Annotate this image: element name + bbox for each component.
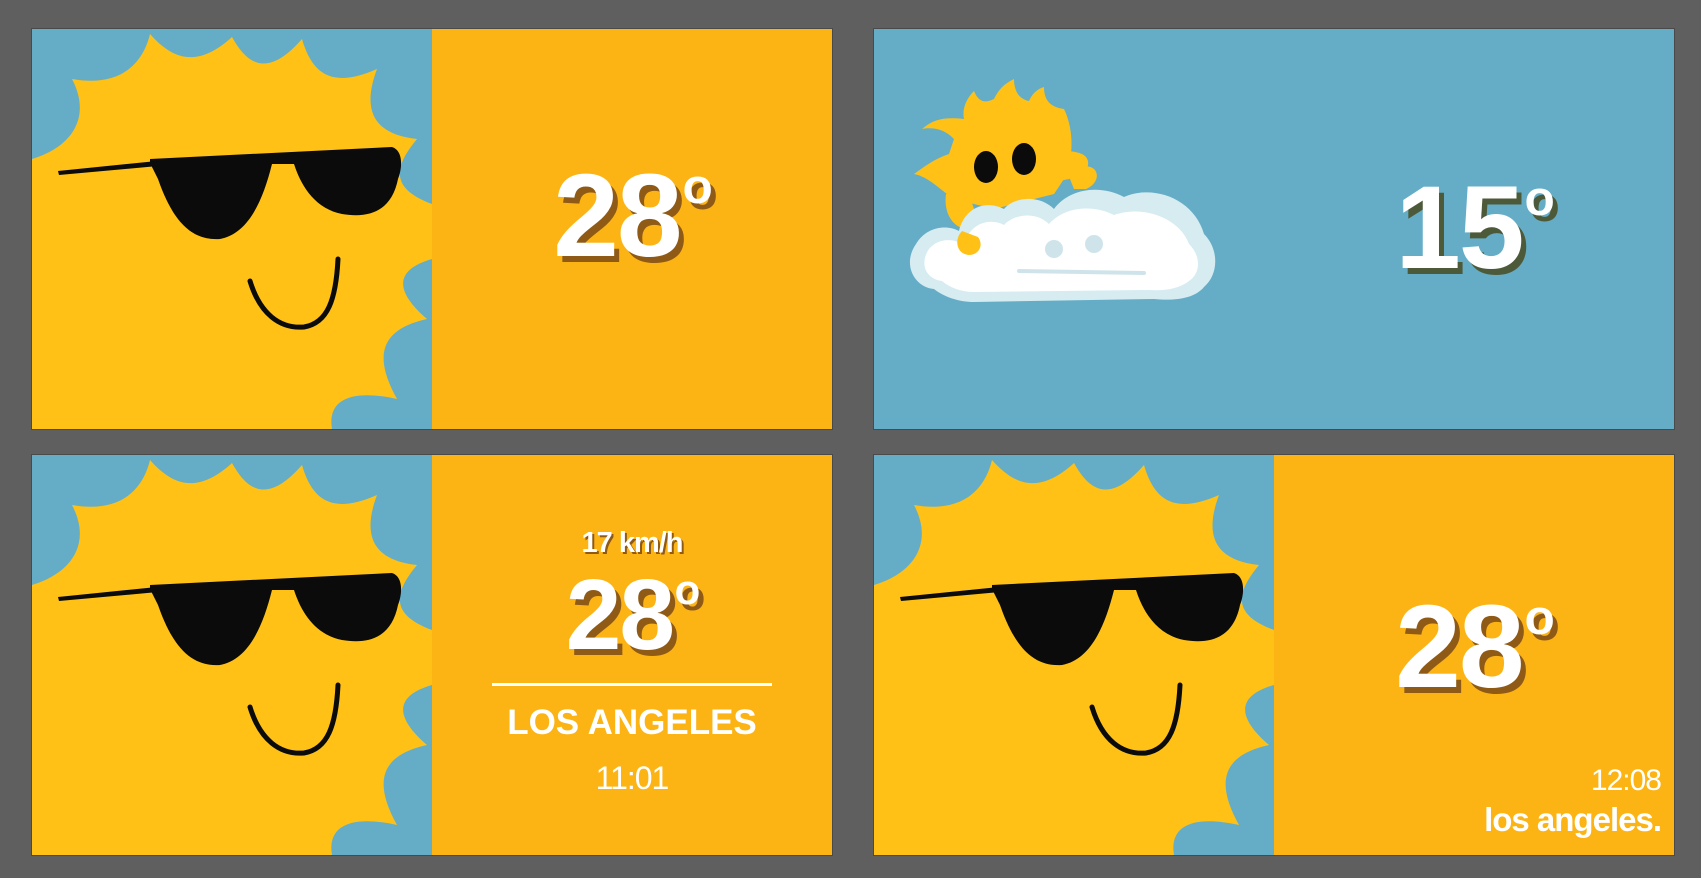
info-panel: 28o [432,29,832,429]
temperature-value: 28o [553,150,713,282]
info-panel: 28o 12:08 los angeles. [1274,455,1674,855]
local-time: 11:01 [595,760,670,796]
weather-tile-partly-cloudy: 15o [874,29,1674,429]
divider-line [492,683,772,686]
cool-sun-with-sunglasses-icon [32,29,432,429]
temperature-value: 15o [1395,162,1555,294]
cool-sun-with-sunglasses-icon [32,455,432,855]
temperature-value: 28o [565,559,701,671]
weather-tile-sunny-detailed: 17 km/h 28o LOS ANGELES 11:01 [32,455,832,855]
degree-symbol: o [1524,588,1554,645]
weather-tile-sunny-minimal: 28o 12:08 los angeles. [874,455,1674,855]
degree-symbol: o [682,157,712,214]
degree-symbol: o [1524,169,1554,226]
wind-speed: 17 km/h [581,527,684,559]
weather-tile-sunny: 28o [32,29,832,429]
temperature-value: 28o [1395,581,1555,713]
degree-symbol: o [674,566,701,614]
sun-peeking-behind-cloud-icon [874,29,1274,429]
cool-sun-with-sunglasses-icon [874,455,1274,855]
city-name: LOS ANGELES [507,703,757,742]
city-name: los angeles. [1484,801,1662,838]
info-panel: 17 km/h 28o LOS ANGELES 11:01 [432,455,832,855]
local-time: 12:08 [1590,764,1662,797]
